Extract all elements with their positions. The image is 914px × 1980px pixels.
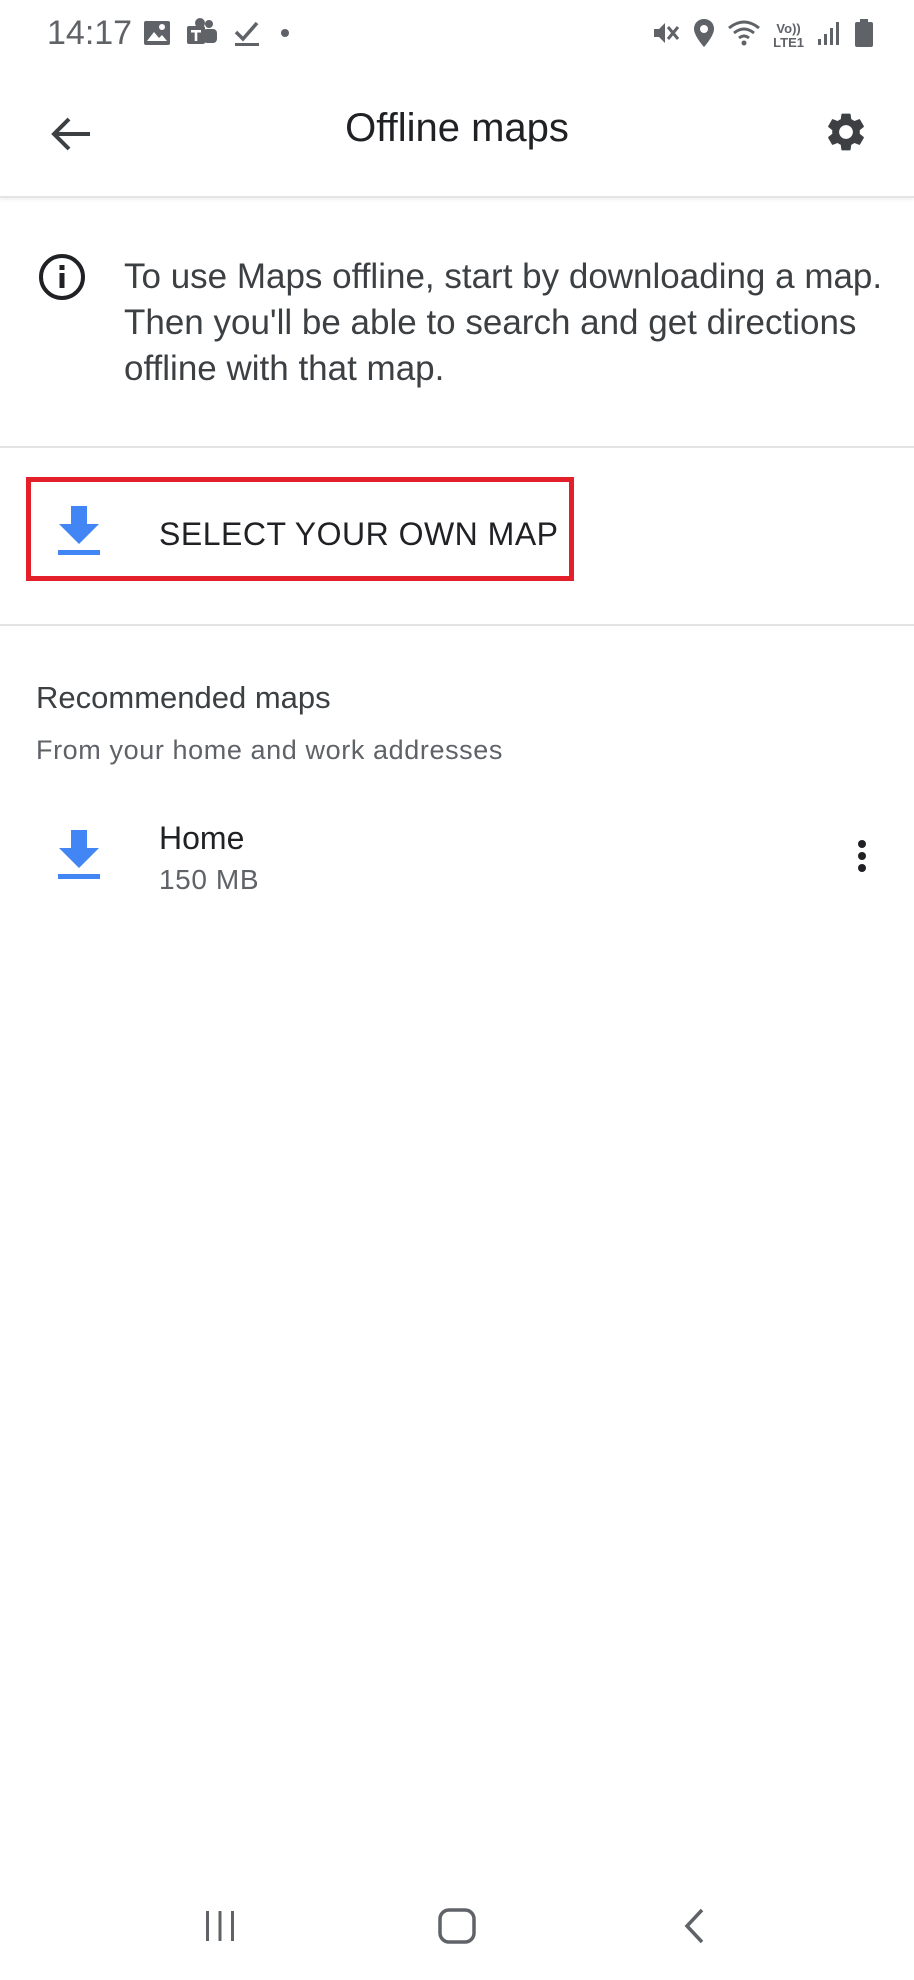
volte-icon: Vo)) LTE1 [773,20,804,50]
location-icon [693,18,715,53]
status-right-icons: Vo)) LTE1 [651,18,874,53]
dot-icon [275,23,295,48]
select-map-row: SELECT YOUR OWN MAP [0,448,914,626]
teams-icon [185,18,219,53]
battery-icon [854,18,874,53]
recent-apps-button[interactable] [180,1898,260,1958]
select-own-map-label: SELECT YOUR OWN MAP [159,516,559,552]
home-button[interactable] [417,1898,497,1958]
recommended-heading: Recommended maps [36,680,331,715]
info-text: To use Maps offline, start by downloadin… [124,257,883,388]
recent-apps-icon [202,1909,238,1948]
more-options-button[interactable] [836,828,888,888]
system-back-button[interactable] [655,1898,735,1958]
status-bar: 14:17 Vo)) LTE1 [0,0,914,72]
system-nav-bar [0,1880,914,1980]
download-icon [56,506,102,561]
download-icon[interactable] [56,830,102,885]
info-section: To use Maps offline, start by downloadin… [0,198,914,448]
more-vert-icon [856,839,868,878]
mute-icon [651,18,681,53]
signal-icon [816,19,842,52]
page-title: Offline maps [345,106,569,150]
settings-button[interactable] [814,102,878,166]
home-icon [437,1907,477,1949]
gear-icon [823,109,869,160]
check-icon [233,19,261,52]
map-name: Home [159,820,245,856]
wifi-icon [727,19,761,52]
volte-label-bottom: LTE1 [773,34,804,50]
offline-maps-screen: 14:17 Vo)) LTE1 Offline maps To use Maps… [0,0,914,1980]
gallery-icon [143,20,171,51]
status-left-icons [143,18,295,53]
status-time: 14:17 [47,14,133,52]
app-bar: Offline maps [0,72,914,198]
info-icon [38,253,86,306]
recommended-subheading: From your home and work addresses [36,735,503,765]
back-icon [682,1907,708,1950]
map-size: 150 MB [159,864,260,895]
recommended-map-item[interactable]: Home 150 MB [0,800,914,918]
volte-label-top: Vo)) [776,20,801,36]
